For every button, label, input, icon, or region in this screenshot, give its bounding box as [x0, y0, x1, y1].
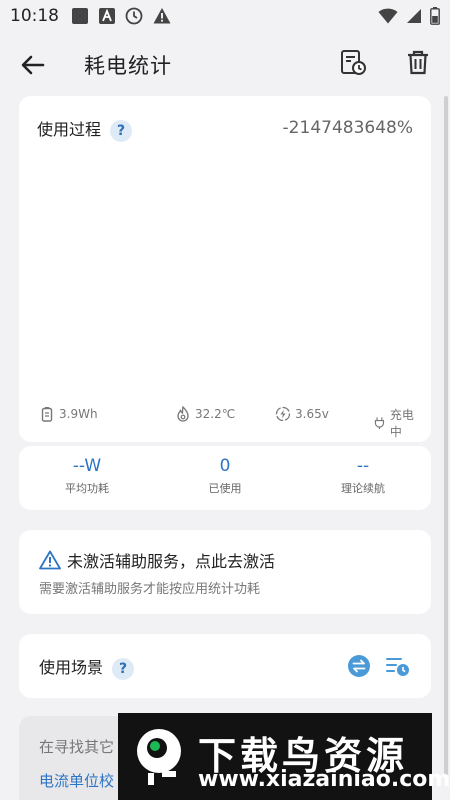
- stat-used-value: 0: [219, 456, 231, 476]
- usage-title-text: 使用过程: [37, 120, 102, 139]
- accessibility-warning-card[interactable]: 未激活辅助服务，点此去激活 需要激活辅助服务才能按应用统计功耗: [19, 530, 431, 614]
- warning-icon: [39, 550, 61, 570]
- delete-button[interactable]: [403, 48, 433, 78]
- alert-icon: [153, 8, 171, 24]
- current-unit-calibration-link[interactable]: 电流单位校: [39, 770, 114, 791]
- scene-switch-button[interactable]: [347, 654, 371, 678]
- scrollbar[interactable]: [444, 96, 448, 776]
- status-bar: 10:18: [0, 0, 450, 32]
- battery-icon: [41, 407, 53, 422]
- status-notification-icons: [71, 7, 171, 25]
- app-bar: 耗电统计: [0, 38, 450, 90]
- stat-estimated-endurance: -- 理论续航: [303, 456, 423, 496]
- signal-icon: [407, 9, 421, 23]
- wifi-icon: [378, 8, 398, 24]
- swap-icon: [348, 655, 370, 677]
- metric-voltage: 3.65v: [275, 406, 329, 422]
- status-time: 10:18: [10, 6, 59, 26]
- usage-percent: -2147483648%: [282, 118, 413, 138]
- metric-energy: 3.9Wh: [39, 406, 98, 422]
- list-clock-icon: [386, 658, 409, 676]
- metric-charging-value: 充电中: [389, 408, 414, 439]
- plug-icon: [374, 417, 385, 430]
- stat-estimated-endurance-label: 理论续航: [341, 482, 385, 495]
- warning-title-row: 未激活辅助服务，点此去激活: [39, 548, 275, 572]
- metric-temperature: 32.2℃: [175, 406, 235, 422]
- usage-stats-card: --W 平均功耗 0 已使用 -- 理论续航: [19, 446, 431, 510]
- stat-estimated-endurance-value: --: [356, 456, 370, 476]
- page-title: 耗电统计: [84, 54, 172, 78]
- watermark-url: www.xiazainiao.com: [198, 767, 450, 792]
- bottom-hint-text: 在寻找其它: [39, 738, 115, 756]
- scene-help-button[interactable]: ?: [112, 657, 135, 680]
- font-app-icon: [99, 8, 115, 24]
- stat-average-power-label: 平均功耗: [65, 482, 109, 495]
- voltage-icon: [275, 406, 291, 422]
- usage-scene-card: 使用场景 ?: [19, 634, 431, 698]
- temperature-icon: [177, 406, 189, 422]
- usage-process-card: 使用过程 ? -2147483648% 3.9Wh 32.2℃ 3.65v 充电…: [19, 96, 431, 442]
- watermark-banner: 下载鸟资源 www.xiazainiao.com: [118, 713, 450, 800]
- trash-icon: [408, 50, 428, 75]
- clock-icon: [125, 7, 143, 25]
- scene-history-button[interactable]: [385, 654, 411, 678]
- stat-average-power-value: --W: [72, 456, 102, 476]
- watermark-bird-logo: [137, 729, 181, 785]
- metric-charging: 充电中: [373, 406, 419, 440]
- stat-used-label: 已使用: [208, 482, 242, 495]
- status-system-icons: [378, 7, 440, 25]
- arrow-left-icon: [21, 55, 45, 75]
- battery-status-icon: [430, 7, 440, 25]
- square-notification-icon: [72, 8, 88, 24]
- scene-title: 使用场景 ?: [39, 654, 135, 680]
- metric-voltage-value: 3.65v: [295, 407, 329, 421]
- stat-used: 0 已使用: [165, 456, 285, 496]
- usage-metrics: 3.9Wh 32.2℃ 3.65v 充电中: [39, 406, 419, 439]
- stat-average-power: --W 平均功耗: [27, 456, 147, 496]
- back-button[interactable]: [18, 50, 48, 80]
- history-button[interactable]: [338, 48, 368, 78]
- metric-energy-value: 3.9Wh: [59, 407, 98, 421]
- scene-title-text: 使用场景: [39, 658, 104, 677]
- history-list-icon: [341, 50, 366, 75]
- usage-title: 使用过程 ?: [37, 116, 133, 142]
- metric-temperature-value: 32.2℃: [195, 407, 236, 421]
- warning-title: 未激活辅助服务，点此去激活: [67, 552, 276, 571]
- usage-help-button[interactable]: ?: [110, 119, 133, 142]
- warning-subtitle: 需要激活辅助服务才能按应用统计功耗: [39, 582, 261, 597]
